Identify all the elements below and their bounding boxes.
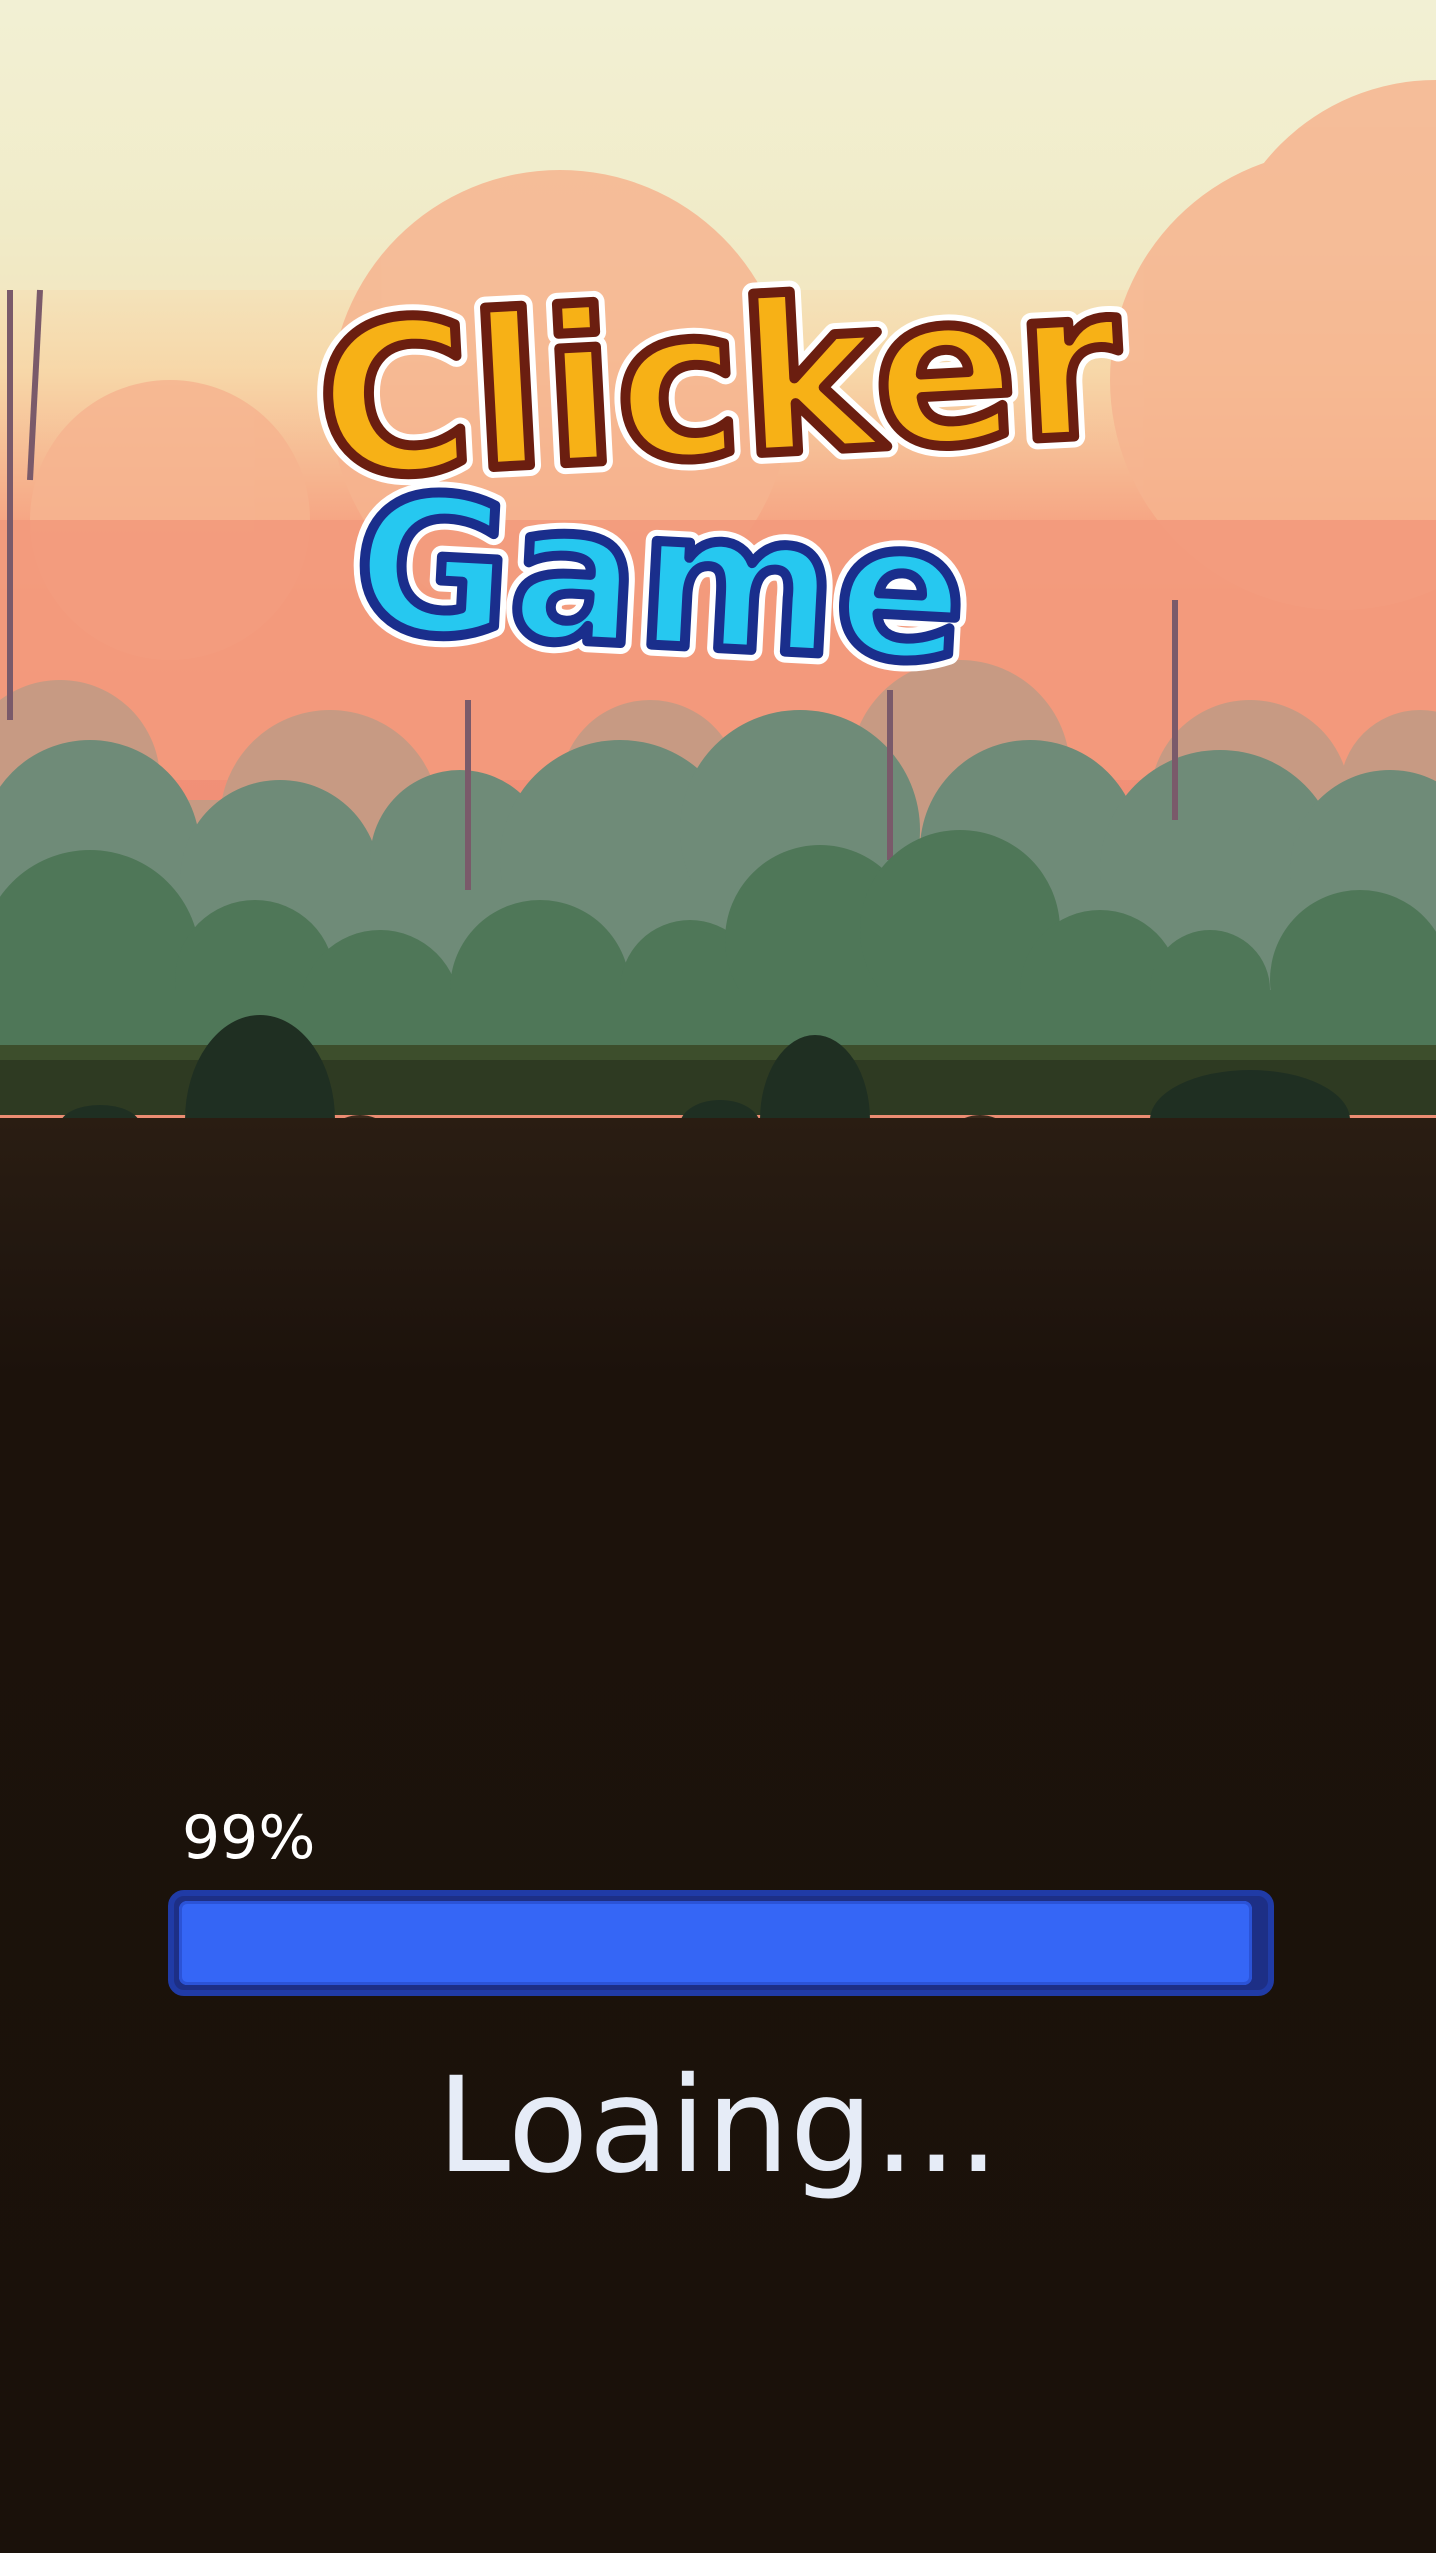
game-logo: Clicker Clicker Game Game: [250, 225, 1210, 695]
progress-percent-label: 99%: [182, 1803, 316, 1873]
loading-screen: Clicker Clicker Game Game 99% Loaing...: [0, 0, 1436, 2553]
logo-game-text: Game: [349, 453, 971, 695]
loading-progress-fill: [179, 1901, 1253, 1985]
loading-status-text: Loaing...: [436, 2049, 1000, 2203]
loading-progress-bar: [168, 1890, 1274, 1996]
